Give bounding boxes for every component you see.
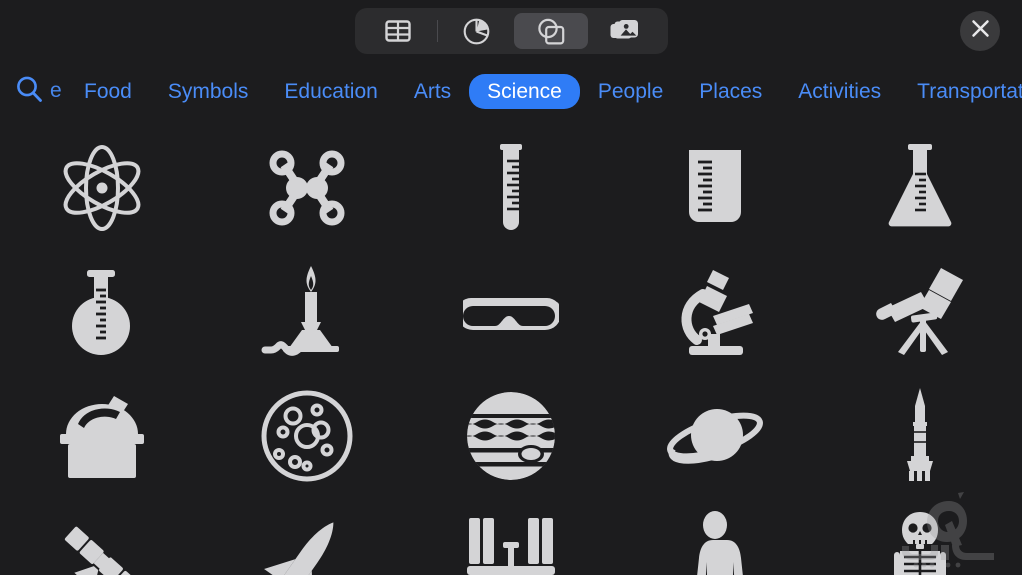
test-tube-icon <box>463 140 559 236</box>
shape-item-bunsen-burner[interactable] <box>252 257 362 367</box>
rocket-icon <box>898 386 942 486</box>
tab-science[interactable]: Science <box>469 73 580 109</box>
shape-icon-grid <box>0 120 1022 575</box>
space-shuttle-icon <box>259 510 355 575</box>
shape-item-atom[interactable] <box>47 133 157 243</box>
microscope-icon <box>667 264 763 360</box>
search-button[interactable] <box>14 74 44 109</box>
shape-item-human-body[interactable] <box>660 505 770 575</box>
tab-education[interactable]: Education <box>266 74 395 109</box>
shape-item-moon-crater[interactable] <box>252 381 362 491</box>
segment-divider <box>436 20 438 42</box>
shape-item-jupiter[interactable] <box>456 381 566 491</box>
round-flask-icon <box>54 264 150 360</box>
human-body-icon <box>680 510 750 575</box>
close-button[interactable] <box>960 11 1000 51</box>
shape-item-erlenmeyer-flask[interactable] <box>865 133 975 243</box>
shape-item-test-tube[interactable] <box>456 133 566 243</box>
erlenmeyer-flask-icon <box>872 140 968 236</box>
shape-item-telescope[interactable] <box>865 257 975 367</box>
shape-item-microscope[interactable] <box>660 257 770 367</box>
tab-truncated-left[interactable]: e <box>50 79 64 103</box>
segment-table[interactable] <box>361 13 435 49</box>
shape-item-saturn[interactable] <box>660 381 770 491</box>
shape-item-safety-goggles[interactable] <box>456 257 566 367</box>
shape-item-observatory[interactable] <box>47 381 157 491</box>
tab-places[interactable]: Places <box>681 74 780 109</box>
safety-goggles-icon <box>462 282 559 342</box>
tab-transportation[interactable]: Transportation <box>899 74 1022 109</box>
shape-item-rocket[interactable] <box>865 381 975 491</box>
skeleton-icon <box>888 510 952 575</box>
shape-item-round-flask[interactable] <box>47 257 157 367</box>
jupiter-icon <box>465 390 557 482</box>
shape-item-skeleton[interactable] <box>865 505 975 575</box>
observatory-icon <box>52 390 152 482</box>
shape-item-space-shuttle[interactable] <box>252 505 362 575</box>
space-station-icon <box>461 512 561 575</box>
table-icon <box>384 20 411 42</box>
insert-type-segmented-control[interactable] <box>354 8 668 54</box>
shape-item-beaker[interactable] <box>660 133 770 243</box>
media-photos-icon <box>610 19 639 43</box>
bunsen-burner-icon <box>259 264 355 360</box>
shape-item-satellite[interactable] <box>47 505 157 575</box>
segment-chart[interactable] <box>440 13 514 49</box>
saturn-icon <box>665 397 765 475</box>
satellite-icon <box>52 510 152 575</box>
segment-shape[interactable] <box>513 13 588 49</box>
telescope-icon <box>871 264 969 360</box>
tab-people[interactable]: People <box>580 74 681 109</box>
atom-icon <box>54 140 150 236</box>
segment-media[interactable] <box>588 13 662 49</box>
close-icon <box>971 19 990 43</box>
molecule-icon <box>260 141 354 235</box>
search-icon <box>14 74 44 109</box>
top-toolbar <box>0 0 1022 62</box>
shape-item-space-station[interactable] <box>456 505 566 575</box>
beaker-icon <box>667 140 763 236</box>
moon-crater-icon <box>259 388 355 484</box>
category-tab-strip[interactable]: e Food Symbols Education Arts Science Pe… <box>0 62 1022 120</box>
shape-item-molecule[interactable] <box>252 133 362 243</box>
tab-symbols[interactable]: Symbols <box>150 74 267 109</box>
tab-arts[interactable]: Arts <box>396 74 469 109</box>
shapes-icon <box>537 18 565 45</box>
chart-pie-icon <box>463 18 490 45</box>
tab-activities[interactable]: Activities <box>780 74 899 109</box>
tab-food[interactable]: Food <box>66 74 150 109</box>
